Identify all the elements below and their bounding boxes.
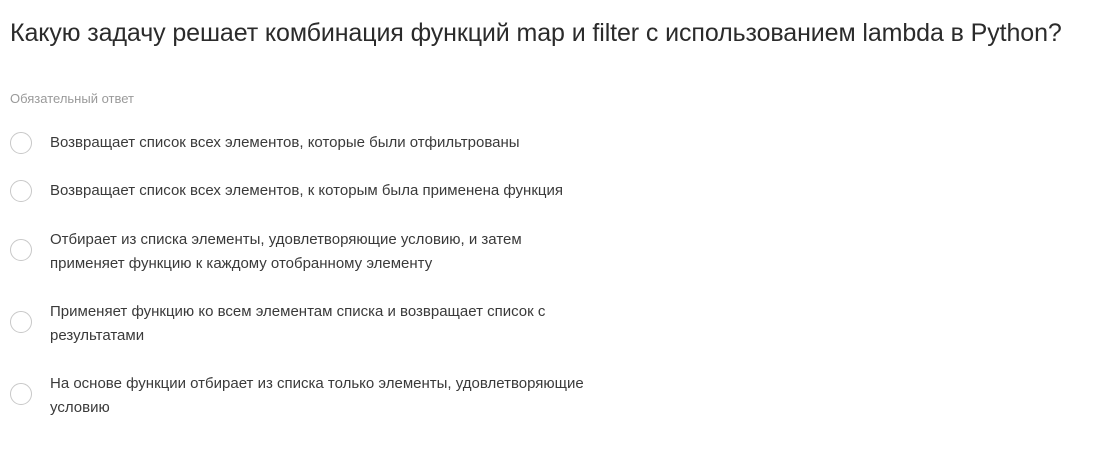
answer-option-label-line: Отбирает из списка элементы, удовлетворя… [50, 231, 522, 248]
answer-option-label-line: применяет функцию к каждому отобранному … [50, 255, 433, 272]
radio-button-icon[interactable] [10, 132, 32, 154]
required-answer-note: Обязательный ответ [10, 91, 134, 106]
answer-option-label-line: условию [50, 399, 110, 416]
answer-option-label[interactable]: На основе функции отбирает из списка тол… [50, 372, 630, 420]
question-title: Какую задачу решает комбинация функций m… [10, 19, 1062, 47]
radio-button-icon[interactable] [10, 383, 32, 405]
answer-option-label[interactable]: Возвращает список всех элементов, которы… [50, 131, 630, 155]
radio-button-icon[interactable] [10, 239, 32, 261]
answer-option-label-line: результатами [50, 327, 145, 344]
answer-option-label[interactable]: Возвращает список всех элементов, к кото… [50, 179, 630, 203]
radio-button-icon[interactable] [10, 180, 32, 202]
answer-option-label-line: На основе функции отбирает из списка тол… [50, 375, 584, 392]
answer-option-label[interactable]: Применяет функцию ко всем элементам спис… [50, 300, 630, 348]
answer-option-label[interactable]: Отбирает из списка элементы, удовлетворя… [50, 228, 630, 276]
radio-button-icon[interactable] [10, 311, 32, 333]
answer-option-label-line: Применяет функцию ко всем элементам спис… [50, 303, 546, 320]
